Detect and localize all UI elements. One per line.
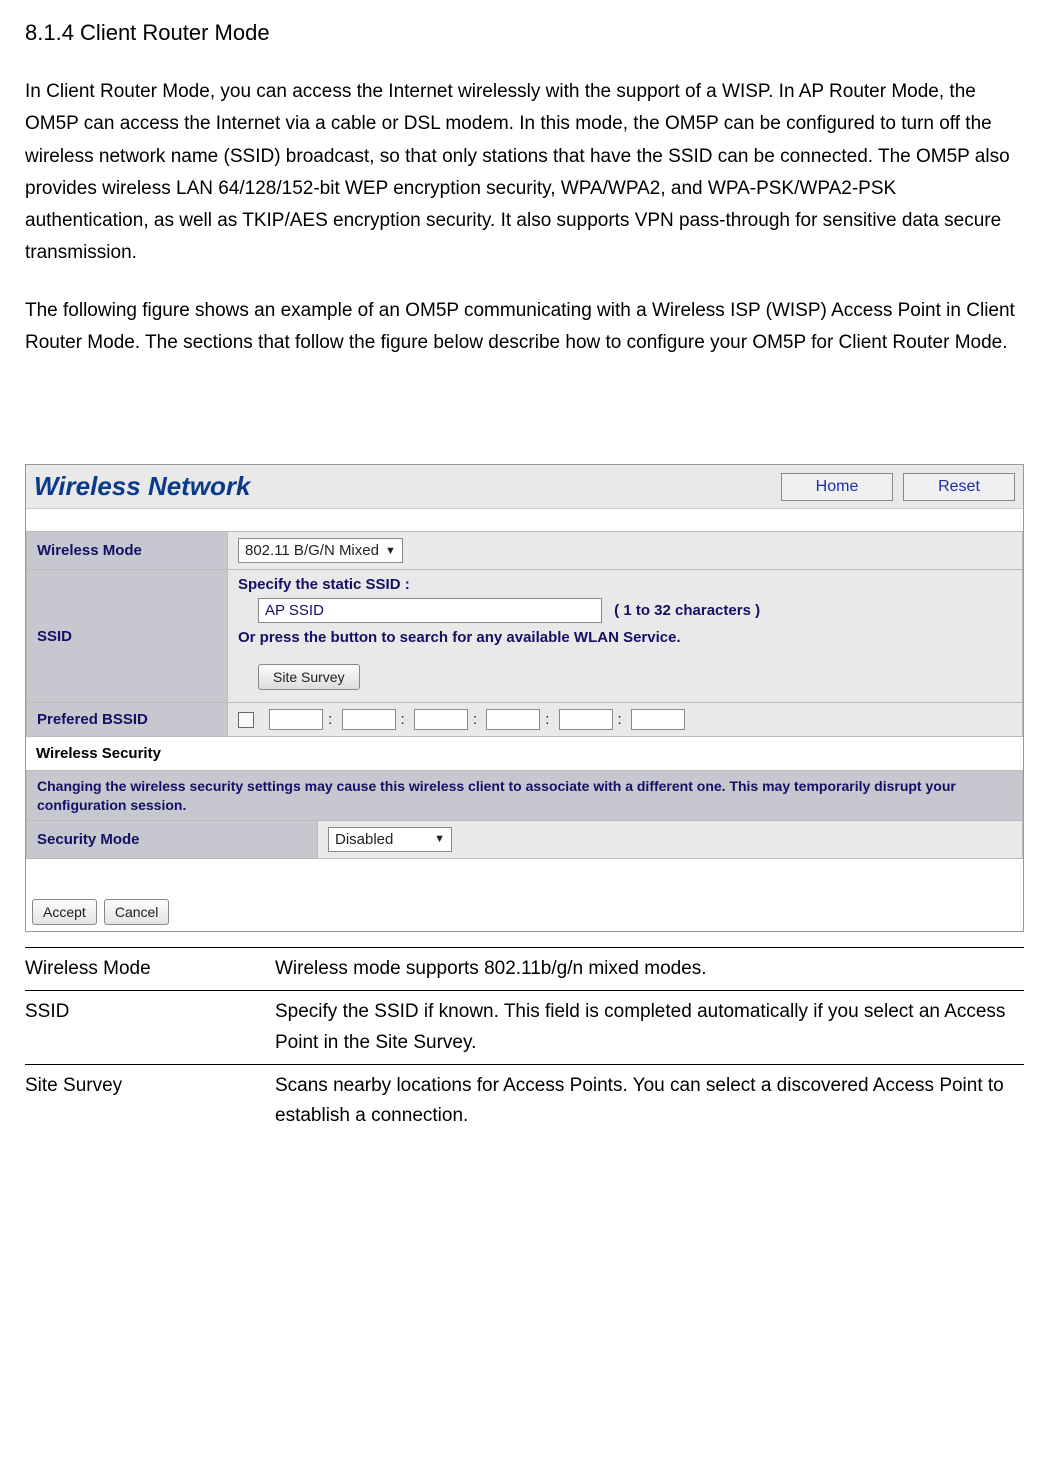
desc-term-wireless-mode: Wireless Mode [25, 947, 275, 990]
chevron-down-icon: ▼ [385, 545, 396, 557]
site-survey-button[interactable]: Site Survey [258, 664, 360, 690]
security-mode-label: Security Mode [27, 820, 318, 858]
reset-button[interactable]: Reset [903, 473, 1015, 501]
home-button[interactable]: Home [781, 473, 893, 501]
bssid-label: Prefered BSSID [27, 703, 228, 737]
bssid-field-5[interactable] [559, 709, 613, 730]
desc-def-wireless-mode: Wireless mode supports 802.11b/g/n mixed… [275, 947, 1024, 990]
paragraph-intro: In Client Router Mode, you can access th… [25, 76, 1024, 270]
security-mode-select[interactable]: Disabled ▼ [328, 827, 452, 852]
ssid-or-label: Or press the button to search for any av… [238, 629, 1012, 646]
desc-term-site-survey: Site Survey [25, 1064, 275, 1137]
ssid-row-label: SSID [27, 570, 228, 703]
panel-header: Wireless Network Home Reset [26, 465, 1023, 509]
bssid-field-4[interactable] [486, 709, 540, 730]
bssid-checkbox[interactable] [238, 712, 254, 728]
paragraph-figure: The following figure shows an example of… [25, 295, 1024, 360]
desc-def-ssid: Specify the SSID if known. This field is… [275, 991, 1024, 1065]
desc-def-site-survey: Scans nearby locations for Access Points… [275, 1064, 1024, 1137]
wireless-security-heading: Wireless Security [26, 737, 1023, 770]
chevron-down-icon: ▼ [434, 833, 445, 845]
bssid-field-3[interactable] [414, 709, 468, 730]
ssid-char-hint: ( 1 to 32 characters ) [614, 602, 760, 619]
desc-term-ssid: SSID [25, 991, 275, 1065]
description-table: Wireless Mode Wireless mode supports 802… [25, 947, 1024, 1138]
bssid-field-6[interactable] [631, 709, 685, 730]
security-warning: Changing the wireless security settings … [27, 771, 1023, 820]
bssid-field-1[interactable] [269, 709, 323, 730]
accept-button[interactable]: Accept [32, 899, 97, 925]
wireless-mode-value: 802.11 B/G/N Mixed [245, 542, 379, 559]
ssid-input[interactable]: AP SSID [258, 598, 602, 623]
security-mode-value: Disabled [335, 831, 393, 848]
panel-title: Wireless Network [34, 471, 771, 502]
wireless-mode-select[interactable]: 802.11 B/G/N Mixed ▼ [238, 538, 403, 563]
wireless-network-panel: Wireless Network Home Reset Wireless Mod… [25, 464, 1024, 931]
bssid-field-2[interactable] [342, 709, 396, 730]
section-heading: 8.1.4 Client Router Mode [25, 20, 1024, 46]
cancel-button[interactable]: Cancel [104, 899, 170, 925]
wireless-mode-label: Wireless Mode [27, 532, 228, 570]
ssid-static-label: Specify the static SSID : [238, 576, 1012, 593]
